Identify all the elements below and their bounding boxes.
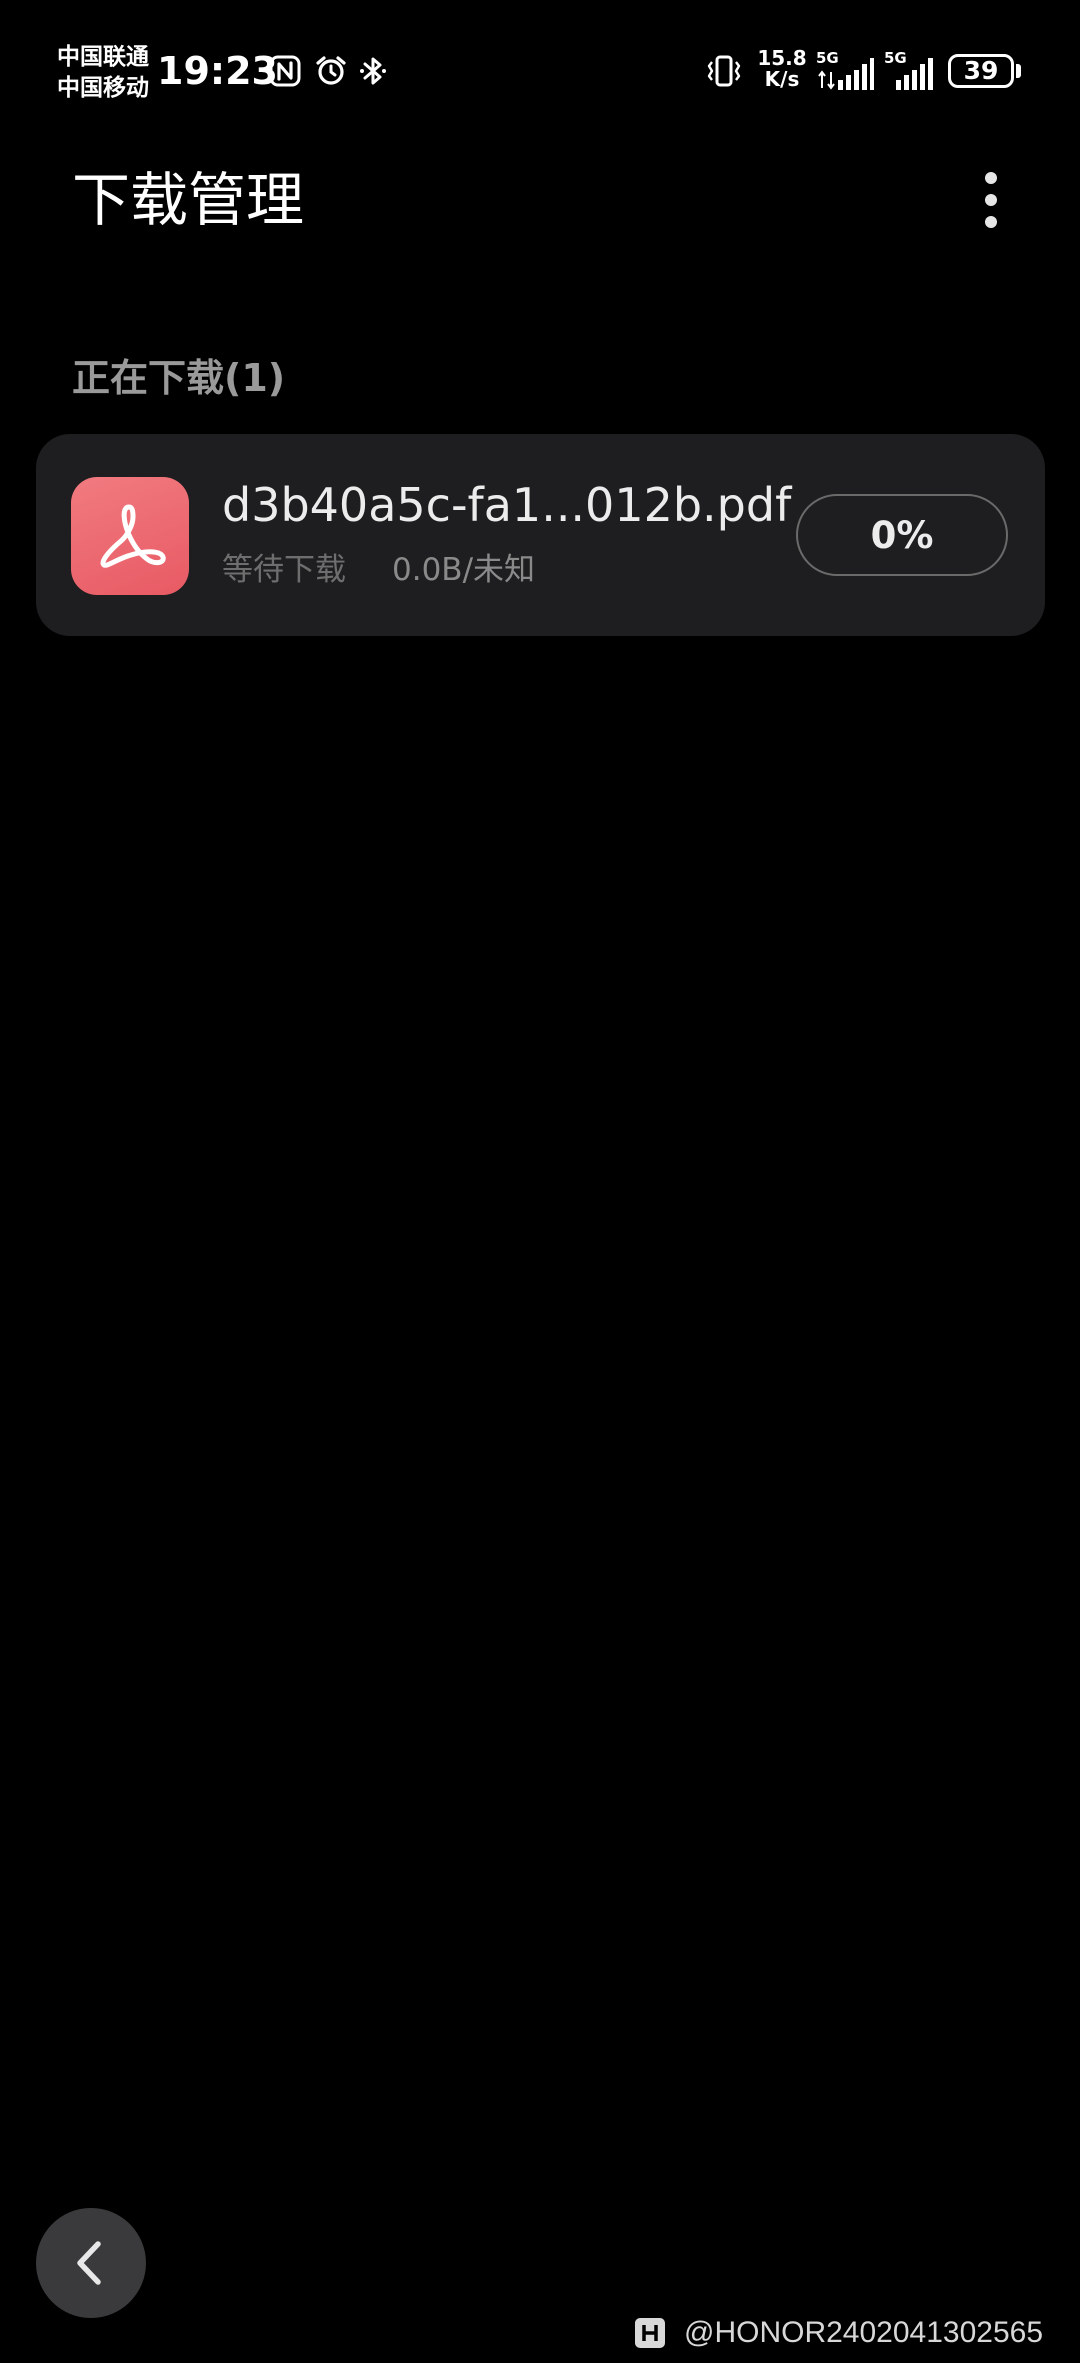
network-speed-unit: K/s [764, 67, 800, 91]
honor-logo-icon [634, 2317, 666, 2349]
download-item[interactable]: d3b40a5c-fa1...012b.pdf 等待下载 0.0B/未知 0% [36, 434, 1045, 636]
section-heading-downloading: 正在下载(1) [72, 356, 286, 400]
status-bar: 中国联通 中国移动 19:23 15.8 K/s 5G 5G 39 [0, 0, 1080, 140]
carrier-2: 中国移动 [57, 75, 149, 101]
network-speed: 15.8 K/s [754, 48, 810, 90]
status-time: 19:23 [157, 49, 278, 93]
chevron-left-icon [77, 2241, 101, 2285]
download-progress-button[interactable]: 0% [796, 494, 1008, 576]
network-speed-value: 15.8 [757, 46, 807, 70]
battery-level: 39 [963, 56, 999, 85]
pdf-file-icon [71, 477, 189, 595]
carrier-info: 中国联通 中国移动 [57, 42, 149, 104]
page-title: 下载管理 [72, 166, 305, 234]
battery-tip [1016, 64, 1021, 78]
bluetooth-icon [356, 54, 390, 88]
vibrate-icon [704, 54, 744, 88]
signal-bars-icon [896, 58, 933, 90]
download-size: 0.0B/未知 [392, 552, 536, 588]
download-status: 等待下载 [222, 552, 346, 588]
sim2-signal: 5G [884, 50, 938, 92]
back-button[interactable] [36, 2208, 146, 2318]
alarm-icon [314, 54, 348, 88]
nfc-icon [268, 54, 302, 88]
sim1-signal: 5G [816, 50, 874, 92]
signal-bars-icon [818, 58, 874, 90]
more-options-button[interactable] [961, 160, 1021, 240]
file-name: d3b40a5c-fa1...012b.pdf [222, 478, 792, 532]
carrier-1: 中国联通 [57, 44, 149, 70]
watermark-text: @HONOR2402041302565 [684, 2316, 1044, 2349]
